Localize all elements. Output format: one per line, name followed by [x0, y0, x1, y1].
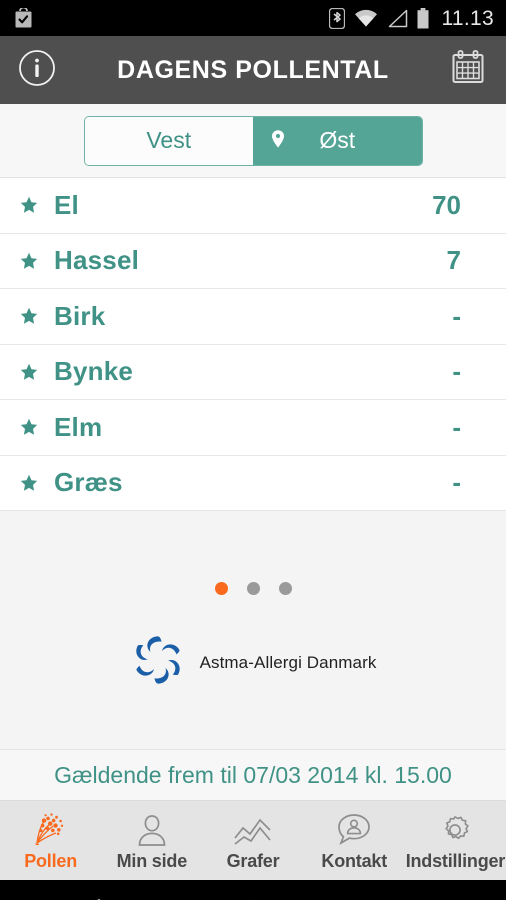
- status-time: 11.13: [441, 6, 494, 30]
- tab-grafer[interactable]: Grafer: [202, 801, 303, 880]
- validity-bar: Gældende frem til 07/03 2014 kl. 15.00: [0, 749, 506, 801]
- pollen-name: Birk: [54, 300, 106, 331]
- page-indicator: [214, 582, 292, 595]
- table-row[interactable]: El 70: [0, 178, 506, 234]
- tab-pollen[interactable]: Pollen: [0, 801, 101, 880]
- pollen-value: -: [452, 356, 461, 387]
- pollen-value: 7: [446, 245, 461, 276]
- pollen-value: -: [452, 411, 461, 442]
- android-nav-bar: [0, 880, 506, 900]
- pollen-name: El: [54, 189, 79, 220]
- brand-block: Astma-Allergi Danmark: [130, 632, 377, 693]
- location-pin-icon: [271, 127, 285, 154]
- pollen-list: El 70 Hassel 7 Birk - Bynke - Elm - Græs…: [0, 178, 506, 511]
- page-dot-2[interactable]: [246, 582, 260, 595]
- star-icon[interactable]: [20, 418, 54, 436]
- contact-icon: [335, 810, 373, 848]
- brand-name: Astma-Allergi Danmark: [199, 652, 377, 672]
- region-segmented-control[interactable]: Vest Øst: [83, 115, 423, 166]
- pollen-value: 70: [432, 189, 461, 220]
- tab-pollen-label: Pollen: [24, 850, 77, 871]
- chart-icon: [232, 810, 274, 848]
- gear-icon: [436, 810, 474, 848]
- page-dot-1[interactable]: [214, 582, 228, 595]
- signal-icon: [387, 9, 408, 28]
- pollen-icon: [31, 810, 71, 848]
- table-row[interactable]: Bynke -: [0, 345, 506, 400]
- page-dot-3[interactable]: [278, 582, 292, 595]
- star-icon[interactable]: [20, 363, 54, 381]
- pollen-name: Elm: [54, 411, 103, 442]
- pollen-value: -: [452, 300, 461, 331]
- action-bar: DAGENS POLLENTAL: [0, 36, 506, 104]
- star-icon[interactable]: [20, 474, 54, 492]
- region-option-ost[interactable]: Øst: [253, 116, 422, 165]
- tab-indstillinger-label: Indstillinger: [405, 850, 506, 871]
- region-option-vest[interactable]: Vest: [84, 116, 253, 165]
- astma-allergi-logo-icon: [130, 632, 186, 693]
- star-icon[interactable]: [20, 252, 54, 270]
- table-row[interactable]: Elm -: [0, 400, 506, 456]
- app-root: 11.13 DAGENS POLLENTAL Vest Øst El 70 Ha…: [0, 0, 506, 900]
- table-row[interactable]: Birk -: [0, 289, 506, 345]
- tab-grafer-label: Grafer: [226, 850, 280, 871]
- region-option-ost-label: Øst: [319, 127, 356, 153]
- pollen-name: Hassel: [54, 245, 140, 276]
- region-option-vest-label: Vest: [146, 127, 192, 153]
- info-icon[interactable]: [18, 49, 56, 92]
- tab-kontakt-label: Kontakt: [321, 850, 388, 871]
- page-title: DAGENS POLLENTAL: [117, 55, 389, 84]
- tab-min-side[interactable]: Min side: [101, 801, 202, 880]
- play-store-bag-icon: [14, 7, 33, 29]
- tab-min-side-label: Min side: [116, 850, 188, 871]
- star-icon[interactable]: [20, 196, 54, 214]
- person-icon: [135, 810, 169, 848]
- tab-kontakt[interactable]: Kontakt: [304, 801, 405, 880]
- lower-panel: Astma-Allergi Danmark: [0, 511, 506, 749]
- tab-bar: Pollen Min side Grafer Kontakt Indstilli…: [0, 801, 506, 880]
- validity-text: Gældende frem til 07/03 2014 kl. 15.00: [54, 761, 452, 788]
- pollen-name: Bynke: [54, 356, 134, 387]
- calendar-icon[interactable]: [448, 48, 488, 93]
- battery-icon: [417, 7, 429, 29]
- bluetooth-icon: [328, 7, 345, 29]
- pollen-name: Græs: [54, 467, 123, 498]
- wifi-icon: [354, 9, 378, 28]
- table-row[interactable]: Græs -: [0, 456, 506, 511]
- status-bar: 11.13: [0, 0, 506, 36]
- table-row[interactable]: Hassel 7: [0, 234, 506, 289]
- tab-indstillinger[interactable]: Indstillinger: [405, 801, 506, 880]
- star-icon[interactable]: [20, 307, 54, 325]
- pollen-value: -: [452, 467, 461, 498]
- region-toggle-bar: Vest Øst: [0, 104, 506, 178]
